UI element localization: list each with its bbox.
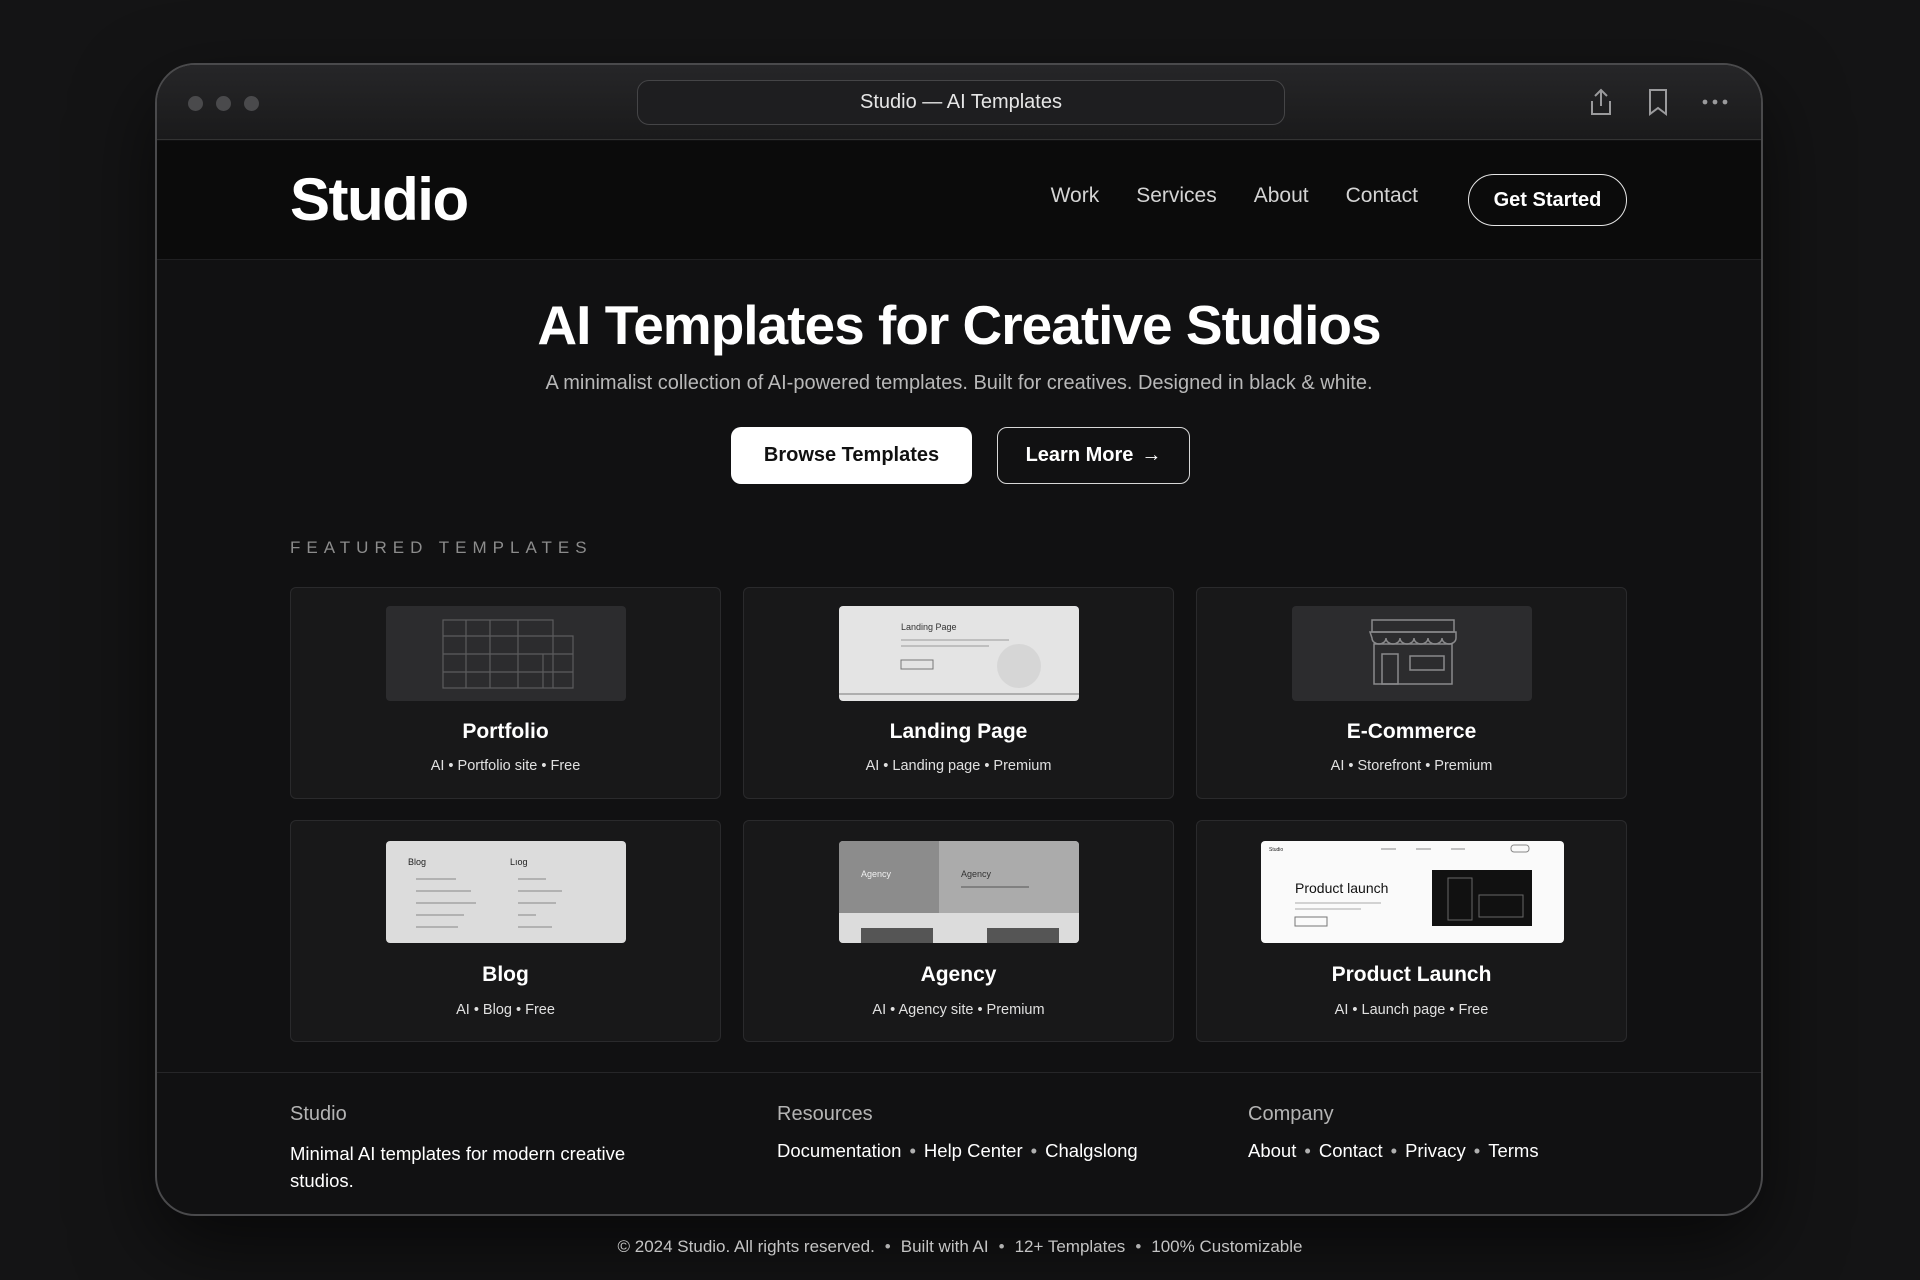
template-card-product-launch[interactable]: Studio Product launch Product Launch AI … <box>1196 820 1627 1042</box>
share-icon[interactable] <box>1584 85 1618 119</box>
landing-wireframe: Landing Page <box>839 622 1079 695</box>
thumb-brand: Studio <box>1269 847 1283 853</box>
footer-studio-column: Studio Minimal AI templates for modern c… <box>290 1103 690 1194</box>
thumb-heading-right: Lıog <box>510 857 528 867</box>
footer-link-terms[interactable]: Terms <box>1488 1140 1538 1162</box>
card-title: Landing Page <box>889 720 1028 743</box>
card-meta: AI • Portfolio site • Free <box>430 758 581 774</box>
card-meta: AI • Launch page • Free <box>1334 1002 1489 1018</box>
separator: • <box>909 1140 916 1161</box>
bookmark-icon[interactable] <box>1641 85 1675 119</box>
card-title: Product Launch <box>1331 963 1492 986</box>
e-commerce-thumbnail <box>1292 606 1532 701</box>
card-title: Portfolio <box>462 720 549 743</box>
footer-link-privacy[interactable]: Privacy <box>1405 1140 1466 1162</box>
nav-links: Work Services About Contact <box>1051 184 1418 208</box>
template-card-agency[interactable]: Agency Agency Agency AI • Agency site • … <box>743 820 1174 1042</box>
template-count-text: 12+ Templates <box>1014 1237 1126 1256</box>
nav-link-work[interactable]: Work <box>1051 184 1100 208</box>
thumb-heading: Agency <box>861 869 892 879</box>
separator: • <box>998 1237 1005 1256</box>
nav-link-services[interactable]: Services <box>1136 184 1217 208</box>
grid-wireframe-icon <box>442 619 574 689</box>
thumb-heading: Blog <box>408 857 426 867</box>
site-footer: Studio Minimal AI templates for modern c… <box>157 1072 1761 1214</box>
card-title: E-Commerce <box>1346 720 1477 743</box>
nav-link-contact[interactable]: Contact <box>1346 184 1418 208</box>
template-card-blog[interactable]: Blog Lıog Blog AI • Blog • Free <box>290 820 721 1042</box>
template-card-e-commerce[interactable]: E-Commerce AI • Storefront • Premium <box>1196 587 1627 799</box>
footer-tagline: Minimal AI templates for modern creative… <box>290 1143 626 1191</box>
thumb-heading: Landing Page <box>901 622 957 632</box>
browser-window: Studio — AI Templates Studio Work Servic… <box>155 63 1763 1216</box>
thumb-heading-right: Agency <box>961 869 992 879</box>
zoom-window-button[interactable] <box>244 96 259 111</box>
card-meta: AI • Agency site • Premium <box>872 1002 1045 1018</box>
address-bar[interactable]: Studio — AI Templates <box>637 80 1285 125</box>
minimize-window-button[interactable] <box>216 96 231 111</box>
portfolio-thumbnail <box>386 606 626 701</box>
thumb-heading: Product launch <box>1295 880 1388 896</box>
close-window-button[interactable] <box>188 96 203 111</box>
blog-wireframe: Blog Lıog <box>408 857 562 928</box>
storefront-icon <box>1368 619 1457 685</box>
footer-company-column: Company About • Contact • Privacy • Term… <box>1248 1103 1539 1162</box>
footer-link-documentation[interactable]: Documentation <box>777 1140 901 1162</box>
title-bar: Studio — AI Templates <box>157 65 1761 140</box>
footer-link-contact[interactable]: Contact <box>1319 1140 1383 1162</box>
site-navbar: Studio Work Services About Contact Get S… <box>157 141 1761 260</box>
card-meta: AI • Storefront • Premium <box>1330 758 1493 774</box>
agency-thumbnail: Agency Agency <box>839 841 1079 943</box>
footer-resources-column: Resources Documentation • Help Center • … <box>777 1103 1138 1162</box>
product-launch-wireframe: Studio Product launch <box>1269 844 1532 927</box>
more-icon[interactable] <box>1698 85 1732 119</box>
template-card-landing-page[interactable]: Landing Page Landing Page AI • Landing p… <box>743 587 1174 799</box>
footer-link-help-center[interactable]: Help Center <box>924 1140 1023 1162</box>
card-title: Blog <box>482 963 529 986</box>
landing-page-thumbnail: Landing Page <box>839 606 1079 701</box>
built-with-ai-text: Built with AI <box>900 1237 989 1256</box>
separator: • <box>1390 1140 1398 1161</box>
hero-subtitle: A minimalist collection of AI-powered te… <box>545 372 1373 394</box>
footer-link-about[interactable]: About <box>1248 1140 1296 1162</box>
separator: • <box>1135 1237 1142 1256</box>
card-meta: AI • Landing page • Premium <box>865 758 1052 774</box>
footer-heading: Studio <box>290 1103 347 1125</box>
arrow-right-icon: → <box>1141 444 1162 466</box>
learn-more-label: Learn More <box>1025 444 1134 466</box>
product-launch-thumbnail: Studio Product launch <box>1261 841 1564 943</box>
separator: • <box>884 1237 891 1256</box>
footer-link-changelog[interactable]: Chalgslong <box>1045 1140 1138 1162</box>
footer-heading: Resources <box>777 1103 873 1125</box>
agency-wireframe: Agency Agency <box>839 841 1079 943</box>
template-card-portfolio[interactable]: Portfolio AI • Portfolio site • Free <box>290 587 721 799</box>
card-title: Agency <box>920 963 997 986</box>
page-tab-title: Studio — AI Templates <box>860 91 1062 113</box>
featured-templates-label: FEATURED TEMPLATES <box>290 538 593 557</box>
separator: • <box>1030 1140 1038 1161</box>
separator: • <box>1304 1140 1311 1161</box>
hero-title: AI Templates for Creative Studios <box>537 294 1381 356</box>
copyright-text: © 2024 Studio. All rights reserved. <box>617 1237 875 1256</box>
blog-thumbnail: Blog Lıog <box>386 841 626 943</box>
customizable-text: 100% Customizable <box>1151 1237 1303 1256</box>
separator: • <box>1473 1140 1481 1161</box>
get-started-button[interactable]: Get Started <box>1468 174 1627 226</box>
learn-more-button[interactable]: Learn More → <box>997 427 1190 484</box>
footer-heading: Company <box>1248 1103 1334 1125</box>
footer-resources-links: Documentation • Help Center • Chalgslong <box>777 1140 1138 1162</box>
footer-company-links: About • Contact • Privacy • Terms <box>1248 1140 1539 1162</box>
browse-templates-button[interactable]: Browse Templates <box>731 427 972 484</box>
bottom-status-bar: © 2024 Studio. All rights reserved. • Bu… <box>0 1237 1920 1257</box>
card-meta: AI • Blog • Free <box>456 1002 555 1018</box>
site-logo[interactable]: Studio <box>290 165 469 234</box>
nav-link-about[interactable]: About <box>1254 184 1309 208</box>
